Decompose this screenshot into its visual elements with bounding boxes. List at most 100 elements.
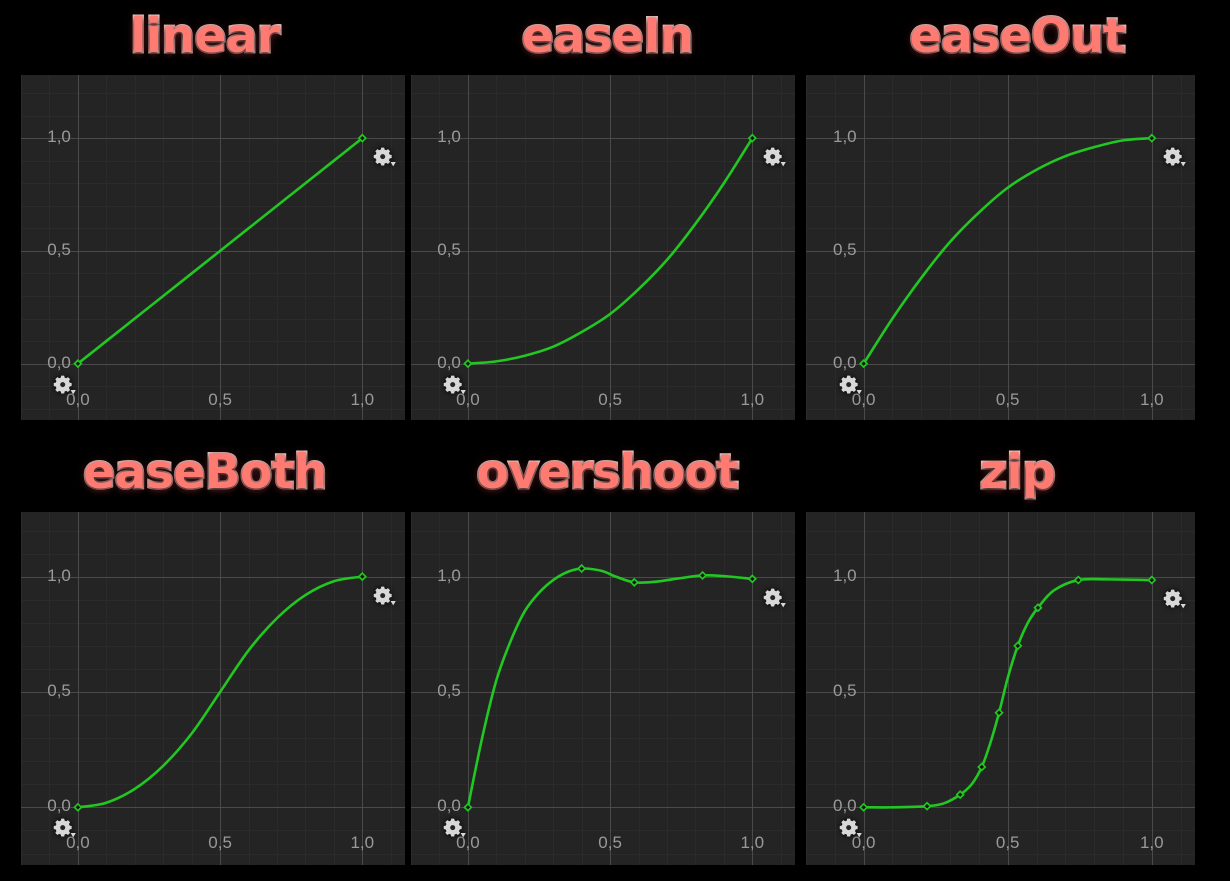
panel-title-easeout: easeOut [908, 7, 1127, 65]
x-axis-tick-label: 0,5 [208, 833, 232, 853]
gear-icon [443, 375, 466, 394]
y-axis-tick-label: 0,0 [833, 352, 857, 372]
panel-title-zip: zip [978, 443, 1057, 501]
curve-path [76, 136, 364, 365]
y-axis-tick-label: 1,0 [47, 126, 71, 146]
curve-control-point[interactable] [747, 574, 757, 584]
gear-handle-end[interactable] [372, 146, 398, 168]
easing-curve [859, 575, 1157, 812]
y-axis-tick-label: 1,0 [833, 126, 857, 146]
easing-curve [463, 563, 757, 812]
curve-control-point[interactable] [357, 571, 367, 582]
gear-icon [443, 818, 466, 838]
gear-handle-end[interactable] [762, 146, 788, 168]
gear-handle-start[interactable] [838, 817, 864, 839]
x-axis-tick-label: 1,0 [350, 389, 375, 409]
y-axis-tick-label: 0,0 [47, 796, 71, 816]
gear-icon [764, 588, 787, 608]
gear-icon [1163, 589, 1186, 609]
x-axis-tick-label: 1,0 [740, 833, 765, 853]
y-axis-tick-label: 0,5 [47, 239, 71, 259]
gear-icon [764, 147, 787, 167]
gear-handle-end[interactable] [1162, 588, 1188, 610]
gear-handle-start[interactable] [442, 374, 468, 396]
easing-curve [73, 133, 367, 369]
curve-control-point[interactable] [1147, 133, 1157, 143]
curve-control-point[interactable] [697, 570, 708, 581]
curve-control-point[interactable] [1147, 575, 1157, 585]
x-axis-tick-label: 0,5 [598, 833, 622, 853]
panel-linear: linear 0,0 0,5 1,0 0,0 0,5 1,0 [0, 0, 410, 435]
curve-control-point[interactable] [577, 563, 587, 574]
panel-overshoot: overshoot 0,0 0,5 1,0 0,0 0,5 1,0 [410, 435, 805, 881]
x-axis-tick-label: 1,0 [1139, 833, 1164, 853]
gear-icon [1163, 147, 1186, 167]
y-axis-tick-label: 0,5 [833, 239, 857, 259]
x-axis-tick-label: 0,5 [995, 389, 1020, 409]
easing-curve [73, 571, 367, 812]
panel-easeout: easeOut 0,0 0,5 1,0 0,0 0,5 1,0 [805, 0, 1230, 435]
gear-handle-start[interactable] [442, 817, 468, 839]
curve-control-point[interactable] [73, 802, 83, 812]
plot-area[interactable]: 0,0 0,5 1,0 0,0 0,5 1,0 [806, 512, 1195, 865]
gear-icon [839, 818, 862, 838]
y-axis-tick-label: 0,0 [833, 796, 857, 816]
y-axis-tick-label: 0,0 [47, 352, 71, 372]
x-axis-tick-label: 1,0 [740, 389, 765, 409]
curve-control-point[interactable] [629, 577, 639, 587]
y-axis-tick-label: 1,0 [437, 126, 461, 146]
y-axis-tick-label: 0,0 [437, 796, 461, 816]
easing-curves-gallery: linear 0,0 0,5 1,0 0,0 0,5 1,0 easeIn 0,0 0,5 1… [0, 0, 1230, 881]
panel-title-easein: easeIn [520, 7, 695, 65]
plot-area[interactable]: 0,0 0,5 1,0 0,0 0,5 1,0 [21, 75, 405, 420]
curve-control-point[interactable] [922, 801, 932, 811]
curve-control-point[interactable] [1013, 641, 1023, 651]
curve-control-point[interactable] [859, 802, 869, 812]
curve-control-point[interactable] [463, 359, 473, 369]
x-axis-tick-label: 1,0 [350, 833, 375, 853]
curve-path [862, 577, 1154, 809]
x-axis-tick-label: 0,5 [995, 833, 1020, 853]
gear-icon [53, 375, 76, 394]
curve-path [466, 567, 754, 809]
y-axis-tick-label: 0,5 [437, 680, 461, 700]
gear-handle-start[interactable] [838, 374, 864, 396]
plot-area[interactable]: 0,0 0,5 1,0 0,0 0,5 1,0 [411, 512, 795, 865]
easing-curve [859, 133, 1157, 369]
x-axis-tick-label: 1,0 [1139, 389, 1164, 409]
gear-icon [374, 147, 397, 167]
gear-handle-start[interactable] [52, 817, 78, 839]
plot-area[interactable]: 0,0 0,5 1,0 0,0 0,5 1,0 [806, 75, 1195, 420]
y-axis-tick-label: 1,0 [437, 565, 461, 585]
curve-control-point[interactable] [994, 708, 1004, 718]
curve-path [466, 136, 754, 365]
panel-title-linear: linear [129, 7, 282, 65]
gear-icon [374, 586, 397, 605]
panel-title-overshoot: overshoot [475, 443, 740, 501]
panel-zip: zip 0,0 0,5 1,0 0,0 0,5 1,0 [805, 435, 1230, 881]
easing-curve [463, 133, 757, 369]
gear-handle-end[interactable] [372, 585, 398, 607]
y-axis-tick-label: 0,0 [437, 352, 461, 372]
gear-icon [53, 818, 76, 838]
y-axis-tick-label: 0,5 [437, 239, 461, 259]
x-axis-tick-label: 0,5 [208, 389, 232, 409]
gear-handle-end[interactable] [762, 587, 788, 609]
y-axis-tick-label: 1,0 [833, 565, 857, 585]
gear-icon [839, 375, 862, 394]
panel-easein: easeIn 0,0 0,5 1,0 0,0 0,5 1,0 [410, 0, 805, 435]
plot-area[interactable]: 0,0 0,5 1,0 0,0 0,5 1,0 [411, 75, 795, 420]
y-axis-tick-label: 0,5 [47, 680, 71, 700]
gear-handle-end[interactable] [1162, 146, 1188, 168]
curve-control-point[interactable] [1073, 575, 1083, 585]
panel-title-easeboth: easeBoth [82, 443, 329, 501]
plot-area[interactable]: 0,0 0,5 1,0 0,0 0,5 1,0 [21, 512, 405, 865]
gear-handle-start[interactable] [52, 374, 78, 396]
x-axis-tick-label: 0,5 [598, 389, 622, 409]
y-axis-tick-label: 0,5 [833, 680, 857, 700]
curve-path [76, 575, 364, 809]
curve-control-point[interactable] [463, 802, 473, 812]
curve-path [862, 136, 1154, 365]
panel-easeboth: easeBoth 0,0 0,5 1,0 0,0 0,5 1,0 [0, 435, 410, 881]
y-axis-tick-label: 1,0 [47, 565, 71, 585]
